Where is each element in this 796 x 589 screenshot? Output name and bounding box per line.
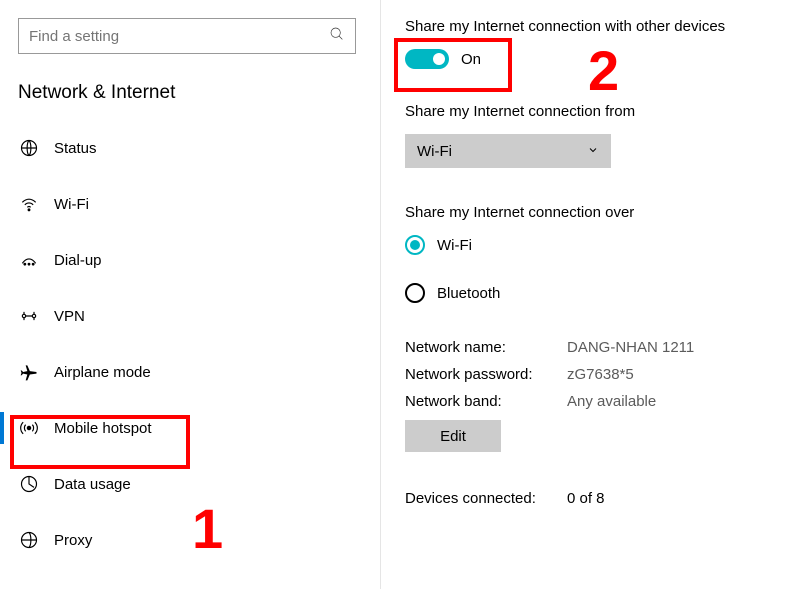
network-info: Network name: DANG-NHAN 1211 Network pas… (405, 339, 772, 410)
share-connection-label: Share my Internet connection with other … (405, 18, 772, 35)
toggle-state-label: On (461, 51, 481, 68)
network-name-val: DANG-NHAN 1211 (567, 339, 772, 356)
edit-button[interactable]: Edit (405, 420, 501, 452)
devices-connected-key: Devices connected: (405, 490, 567, 507)
network-password-val: zG7638*5 (567, 366, 772, 383)
sidebar: Network & Internet Status Wi-Fi Dial-up … (0, 0, 381, 589)
radio-label: Bluetooth (437, 285, 500, 302)
main-panel: Share my Internet connection with other … (381, 0, 796, 589)
network-name-key: Network name: (405, 339, 567, 356)
wifi-icon (18, 193, 40, 215)
network-password-key: Network password: (405, 366, 567, 383)
search-input[interactable] (29, 28, 329, 45)
sidebar-item-status[interactable]: Status (0, 120, 380, 176)
globe-icon (18, 137, 40, 159)
sidebar-item-wifi[interactable]: Wi-Fi (0, 176, 380, 232)
search-input-container[interactable] (18, 18, 356, 54)
radio-wifi[interactable]: Wi-Fi (405, 235, 772, 255)
airplane-icon (18, 361, 40, 383)
sidebar-item-label: Airplane mode (54, 364, 151, 381)
devices-connected: Devices connected: 0 of 8 (405, 490, 772, 507)
nav-list: Status Wi-Fi Dial-up VPN Airplane mode M… (0, 120, 380, 568)
sidebar-item-label: Proxy (54, 532, 92, 549)
sidebar-item-label: Dial-up (54, 252, 102, 269)
dialup-icon (18, 249, 40, 271)
share-from-label: Share my Internet connection from (405, 103, 772, 120)
share-connection-toggle[interactable] (405, 49, 449, 69)
radio-button-icon (405, 235, 425, 255)
sidebar-item-label: VPN (54, 308, 85, 325)
sidebar-item-data-usage[interactable]: Data usage (0, 456, 380, 512)
sidebar-item-vpn[interactable]: VPN (0, 288, 380, 344)
radio-bluetooth[interactable]: Bluetooth (405, 283, 772, 303)
proxy-icon (18, 529, 40, 551)
devices-connected-val: 0 of 8 (567, 490, 772, 507)
chevron-down-icon (587, 143, 599, 160)
share-from-value: Wi-Fi (417, 143, 452, 160)
search-icon (329, 26, 345, 47)
sidebar-item-label: Data usage (54, 476, 131, 493)
network-band-val: Any available (567, 393, 772, 410)
share-from-select[interactable]: Wi-Fi (405, 134, 611, 168)
sidebar-item-mobile-hotspot[interactable]: Mobile hotspot (0, 400, 380, 456)
sidebar-item-label: Status (54, 140, 97, 157)
sidebar-item-label: Wi-Fi (54, 196, 89, 213)
datausage-icon (18, 473, 40, 495)
radio-label: Wi-Fi (437, 237, 472, 254)
network-band-key: Network band: (405, 393, 567, 410)
vpn-icon (18, 305, 40, 327)
hotspot-icon (18, 417, 40, 439)
section-title: Network & Internet (0, 54, 380, 120)
share-over-label: Share my Internet connection over (405, 204, 772, 221)
sidebar-item-label: Mobile hotspot (54, 420, 152, 437)
radio-button-icon (405, 283, 425, 303)
sidebar-item-proxy[interactable]: Proxy (0, 512, 380, 568)
sidebar-item-dialup[interactable]: Dial-up (0, 232, 380, 288)
sidebar-item-airplane[interactable]: Airplane mode (0, 344, 380, 400)
